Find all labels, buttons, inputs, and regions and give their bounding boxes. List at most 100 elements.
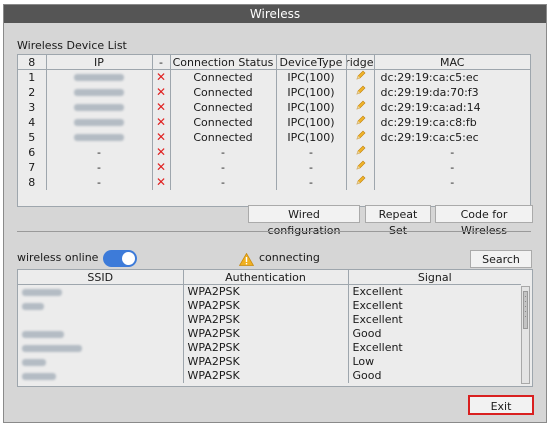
device-mac: -	[450, 175, 455, 189]
code-for-wireless-button[interactable]: Code for Wireless	[435, 205, 533, 237]
wired-configuration-button[interactable]: Wired configuration	[248, 205, 360, 237]
device-row[interactable]: 3 ✕ Connected IPC(100) dc:29:19:ca:ad:14	[18, 100, 530, 115]
network-ssid	[18, 369, 184, 383]
col-header-mac[interactable]: MAC	[374, 55, 530, 70]
close-x-icon[interactable]: ✕	[156, 100, 166, 114]
network-signal: Low	[352, 355, 375, 368]
bridge-edit-button[interactable]	[346, 130, 375, 145]
delete-device-button[interactable]: ✕	[152, 130, 171, 145]
device-type: IPC(100)	[276, 100, 347, 115]
delete-device-button[interactable]: ✕	[152, 160, 171, 175]
device-type: IPC(100)	[276, 69, 347, 85]
col-header-delete[interactable]: -	[152, 55, 171, 70]
device-row[interactable]: 7- ✕ - - -	[18, 160, 530, 175]
device-index: 3	[18, 100, 47, 115]
network-signal: Good	[352, 369, 382, 382]
network-signal: Excellent	[352, 313, 403, 326]
network-authentication: WPA2PSK	[183, 313, 349, 327]
device-type: -	[276, 160, 347, 175]
window-title: Wireless	[4, 5, 546, 23]
device-row[interactable]: 8- ✕ - - -	[18, 175, 530, 190]
col-header-ip[interactable]: IP	[46, 55, 153, 70]
network-authentication: WPA2PSK	[183, 355, 349, 369]
exit-button[interactable]: Exit	[468, 395, 534, 415]
network-signal: Excellent	[352, 285, 403, 298]
device-row[interactable]: 5 ✕ Connected IPC(100) dc:29:19:ca:c5:ec	[18, 130, 530, 145]
delete-device-button[interactable]: ✕	[152, 145, 171, 160]
device-row[interactable]: 2 ✕ Connected IPC(100) dc:29:19:da:70:f3	[18, 85, 530, 100]
device-ip	[46, 130, 153, 145]
device-row[interactable]: 1 ✕ Connected IPC(100) dc:29:19:ca:c5:ec	[18, 69, 530, 85]
bridge-edit-button[interactable]	[346, 145, 375, 160]
bridge-edit-button[interactable]	[346, 160, 375, 175]
close-x-icon[interactable]: ✕	[156, 70, 166, 84]
col-header-ssid[interactable]: SSID	[18, 270, 184, 285]
repeat-set-button[interactable]: Repeat Set	[365, 205, 431, 237]
close-x-icon[interactable]: ✕	[156, 160, 166, 174]
close-x-icon[interactable]: ✕	[156, 85, 166, 99]
network-signal: Excellent	[352, 299, 403, 312]
close-x-icon[interactable]: ✕	[156, 175, 166, 189]
bridge-edit-button[interactable]	[346, 85, 375, 100]
bridge-edit-button[interactable]	[346, 100, 375, 115]
device-connection-status: Connected	[170, 100, 277, 115]
network-authentication: WPA2PSK	[183, 327, 349, 341]
pencil-icon[interactable]	[355, 175, 366, 190]
pencil-icon[interactable]	[355, 160, 366, 175]
device-connection-status: Connected	[170, 69, 277, 85]
network-row[interactable]: WPA2PSK Excellent	[18, 313, 521, 327]
wireless-online-toggle[interactable]	[103, 250, 137, 267]
bridge-edit-button[interactable]	[346, 69, 375, 85]
device-list-title: Wireless Device List	[17, 39, 127, 52]
delete-device-button[interactable]: ✕	[152, 175, 171, 190]
device-ip	[46, 69, 153, 85]
search-button[interactable]: Search	[470, 250, 532, 268]
col-header-device-type[interactable]: DeviceType	[276, 55, 347, 70]
scrollbar-thumb[interactable]	[523, 291, 528, 329]
device-ip: -	[46, 145, 153, 160]
network-row[interactable]: WPA2PSK Excellent	[18, 284, 521, 299]
delete-device-button[interactable]: ✕	[152, 115, 171, 130]
col-header-connection-status[interactable]: Connection Status	[170, 55, 277, 70]
delete-device-button[interactable]: ✕	[152, 85, 171, 100]
col-header-authentication[interactable]: Authentication	[183, 270, 349, 285]
network-ssid	[18, 327, 184, 341]
network-row[interactable]: WPA2PSK Good	[18, 327, 521, 341]
pencil-icon[interactable]	[355, 100, 366, 115]
device-ip	[46, 85, 153, 100]
device-row[interactable]: 6- ✕ - - -	[18, 145, 530, 160]
network-row[interactable]: WPA2PSK Excellent	[18, 299, 521, 313]
device-index: 4	[18, 115, 47, 130]
device-type: -	[276, 145, 347, 160]
bridge-edit-button[interactable]	[346, 175, 375, 190]
pencil-icon[interactable]	[355, 85, 366, 100]
col-header-bridge[interactable]: Bridge	[346, 55, 375, 70]
pencil-icon[interactable]	[355, 70, 366, 85]
device-index: 7	[18, 160, 47, 175]
pencil-icon[interactable]	[355, 145, 366, 160]
col-header-signal[interactable]: Signal	[348, 270, 521, 285]
network-authentication: WPA2PSK	[183, 369, 349, 383]
device-connection-status: -	[170, 145, 277, 160]
device-type: -	[276, 175, 347, 190]
device-connection-status: Connected	[170, 130, 277, 145]
bridge-edit-button[interactable]	[346, 115, 375, 130]
pencil-icon[interactable]	[355, 115, 366, 130]
network-list-scrollbar[interactable]	[521, 286, 530, 384]
close-x-icon[interactable]: ✕	[156, 130, 166, 144]
network-row[interactable]: WPA2PSK Low	[18, 355, 521, 369]
device-type: IPC(100)	[276, 115, 347, 130]
delete-device-button[interactable]: ✕	[152, 69, 171, 85]
pencil-icon[interactable]	[355, 130, 366, 145]
device-mac: dc:29:19:ca:c5:ec	[380, 70, 479, 84]
device-row[interactable]: 4 ✕ Connected IPC(100) dc:29:19:ca:c8:fb	[18, 115, 530, 130]
col-header-count[interactable]: 8	[18, 55, 47, 70]
network-row[interactable]: WPA2PSK Excellent	[18, 341, 521, 355]
close-x-icon[interactable]: ✕	[156, 115, 166, 129]
close-x-icon[interactable]: ✕	[156, 145, 166, 159]
network-signal: Good	[352, 327, 382, 340]
delete-device-button[interactable]: ✕	[152, 100, 171, 115]
network-row[interactable]: WPA2PSK Good	[18, 369, 521, 383]
device-ip: -	[46, 160, 153, 175]
device-type: IPC(100)	[276, 85, 347, 100]
